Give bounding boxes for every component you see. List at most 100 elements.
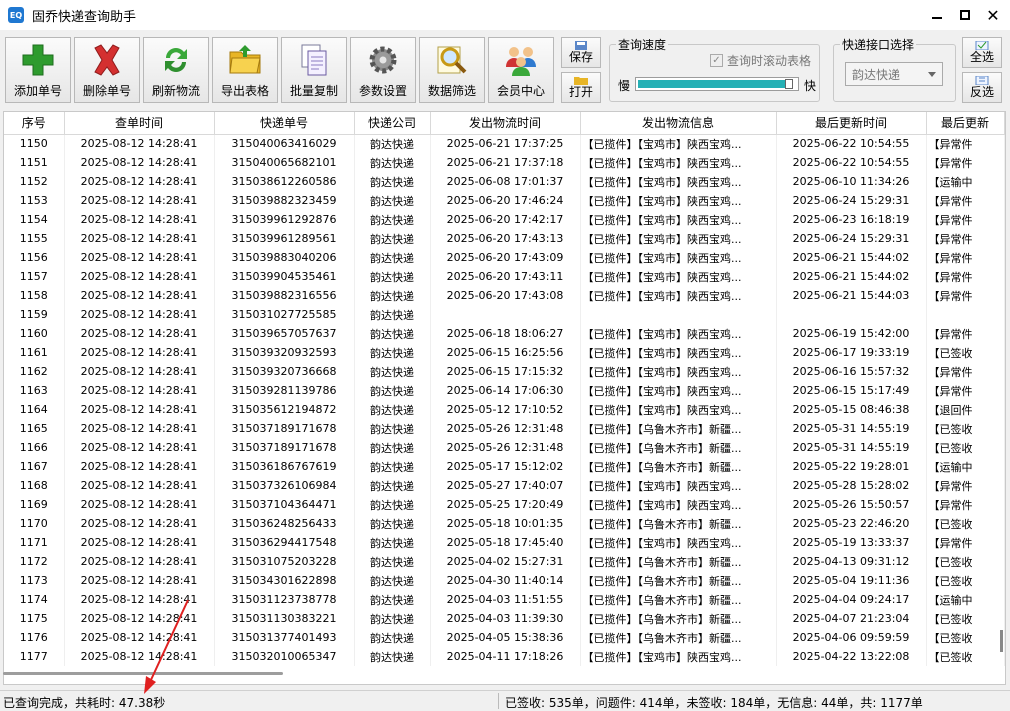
table-cell: 【已揽件】【宝鸡市】陕西宝鸡... — [580, 267, 777, 286]
save-button[interactable]: 保存 — [561, 37, 601, 68]
table-cell: 【已揽件】【宝鸡市】陕西宝鸡... — [580, 286, 777, 305]
table-cell: 315039904535461 — [214, 267, 355, 286]
table-cell: 2025-08-12 14:28:41 — [64, 362, 215, 381]
table-row[interactable]: 1153 2025-08-12 14:28:41 315039882323459 韵达… — [4, 191, 1005, 210]
table-row[interactable]: 1150 2025-08-12 14:28:41 315040063416029 韵达… — [4, 134, 1005, 153]
column-header[interactable]: 发出物流信息 — [580, 112, 777, 135]
table-row[interactable]: 1156 2025-08-12 14:28:41 315039883040206 韵达… — [4, 248, 1005, 267]
express-api-selected: 韵达快递 — [852, 67, 901, 82]
speed-slider-thumb[interactable] — [784, 79, 793, 89]
invert-selection-button[interactable]: 反选 — [962, 72, 1002, 103]
table-row[interactable]: 1160 2025-08-12 14:28:41 315039657057637 韵达… — [4, 324, 1005, 343]
open-label: 打开 — [568, 85, 593, 99]
title-bar: EQ 固乔快递查询助手 ✕ — [0, 0, 1010, 30]
vertical-scrollbar[interactable] — [1000, 630, 1003, 652]
column-header[interactable]: 快递单号 — [214, 112, 355, 135]
table-row[interactable]: 1154 2025-08-12 14:28:41 315039961292876 韵达… — [4, 210, 1005, 229]
data-filter-button[interactable]: 数据筛选 — [419, 37, 485, 103]
table-row[interactable]: 1161 2025-08-12 14:28:41 315039320932593 韵达… — [4, 343, 1005, 362]
table-cell: 315031075203228 — [214, 552, 355, 571]
table-cell: 【已揽件】【乌鲁木齐市】新疆... — [580, 590, 777, 609]
table-cell: 315039883040206 — [214, 248, 355, 267]
table-cell: 韵达快递 — [354, 628, 431, 647]
tracking-table[interactable]: 序号 查单时间 快递单号 快递公司 发出物流时间 发出物流信息 最后更新时间 最后更新 115… — [3, 111, 1006, 685]
table-row[interactable]: 1163 2025-08-12 14:28:41 315039281139786 韵达… — [4, 381, 1005, 400]
table-row[interactable]: 1168 2025-08-12 14:28:41 315037326106984 韵达… — [4, 476, 1005, 495]
table-row[interactable]: 1162 2025-08-12 14:28:41 315039320736668 韵达… — [4, 362, 1005, 381]
chevron-down-icon — [928, 72, 936, 77]
table-cell: 1162 — [4, 362, 65, 381]
table-row[interactable]: 1175 2025-08-12 14:28:41 315031130383221 韵达… — [4, 609, 1005, 628]
table-cell: 【已签收 — [926, 609, 1005, 628]
table-cell: 【已揽件】【宝鸡市】陕西宝鸡... — [580, 210, 777, 229]
table-cell: 2025-05-26 15:50:57 — [776, 495, 927, 514]
table-cell: 韵达快递 — [354, 134, 431, 153]
table-cell: 【已揽件】【乌鲁木齐市】新疆... — [580, 419, 777, 438]
table-row[interactable]: 1151 2025-08-12 14:28:41 315040065682101 韵达… — [4, 153, 1005, 172]
parameter-settings-button[interactable]: 参数设置 — [350, 37, 416, 103]
table-row[interactable]: 1157 2025-08-12 14:28:41 315039904535461 韵达… — [4, 267, 1005, 286]
table-cell: 【已揽件】【宝鸡市】陕西宝鸡... — [580, 362, 777, 381]
column-header[interactable]: 快递公司 — [354, 112, 431, 135]
table-row[interactable]: 1158 2025-08-12 14:28:41 315039882316556 韵达… — [4, 286, 1005, 305]
table-cell: 315039882316556 — [214, 286, 355, 305]
table-row[interactable]: 1174 2025-08-12 14:28:41 315031123738778 韵达… — [4, 590, 1005, 609]
table-cell: 2025-06-23 16:18:19 — [776, 210, 927, 229]
table-cell: 1163 — [4, 381, 65, 400]
table-cell: 韵达快递 — [354, 362, 431, 381]
table-header: 序号 查单时间 快递单号 快递公司 发出物流时间 发出物流信息 最后更新时间 最后更新 — [4, 112, 1005, 135]
table-row[interactable]: 1165 2025-08-12 14:28:41 315037189171678 韵达… — [4, 419, 1005, 438]
table-cell: 【异常件 — [926, 267, 1005, 286]
table-cell: 1170 — [4, 514, 65, 533]
column-header[interactable]: 序号 — [4, 112, 65, 135]
table-cell: 2025-06-20 17:42:17 — [430, 210, 581, 229]
table-cell: 2025-06-20 17:43:11 — [430, 267, 581, 286]
express-api-dropdown[interactable]: 韵达快递 — [845, 62, 943, 86]
table-row[interactable]: 1155 2025-08-12 14:28:41 315039961289561 韵达… — [4, 229, 1005, 248]
table-cell: 【已揽件】【宝鸡市】陕西宝鸡... — [580, 381, 777, 400]
table-row[interactable]: 1172 2025-08-12 14:28:41 315031075203228 韵达… — [4, 552, 1005, 571]
table-row[interactable]: 1171 2025-08-12 14:28:41 315036294417548 韵达… — [4, 533, 1005, 552]
maximize-button[interactable] — [951, 0, 979, 30]
table-cell: 2025-06-20 17:43:13 — [430, 229, 581, 248]
table-row[interactable]: 1177 2025-08-12 14:28:41 315032010065347 韵达… — [4, 647, 1005, 666]
table-row[interactable]: 1166 2025-08-12 14:28:41 315037189171678 韵达… — [4, 438, 1005, 457]
table-row[interactable]: 1173 2025-08-12 14:28:41 315034301622898 韵达… — [4, 571, 1005, 590]
column-header[interactable]: 查单时间 — [64, 112, 215, 135]
close-button[interactable]: ✕ — [979, 0, 1007, 30]
member-center-button[interactable]: 会员中心 — [488, 37, 554, 103]
batch-copy-button[interactable]: 批量复制 — [281, 37, 347, 103]
select-all-button[interactable]: 全选 — [962, 37, 1002, 68]
minimize-button[interactable] — [923, 0, 951, 30]
refresh-logistics-button[interactable]: 刷新物流 — [143, 37, 209, 103]
close-icon: ✕ — [986, 5, 1000, 25]
table-row[interactable]: 1152 2025-08-12 14:28:41 315038612260586 韵达… — [4, 172, 1005, 191]
table-row[interactable]: 1167 2025-08-12 14:28:41 315036186767619 韵达… — [4, 457, 1005, 476]
table-cell: 2025-06-15 17:15:32 — [430, 362, 581, 381]
add-tracking-button[interactable]: 添加单号 — [5, 37, 71, 103]
table-cell: 315040065682101 — [214, 153, 355, 172]
export-table-button[interactable]: 导出表格 — [212, 37, 278, 103]
horizontal-scrollbar[interactable] — [3, 672, 283, 675]
scroll-table-checkbox[interactable]: ✓ 查询时滚动表格 — [710, 52, 811, 69]
table-cell: 1152 — [4, 172, 65, 191]
table-cell: 2025-08-12 14:28:41 — [64, 590, 215, 609]
table-cell: 315036294417548 — [214, 533, 355, 552]
speed-slider[interactable] — [635, 77, 799, 91]
table-row[interactable]: 1170 2025-08-12 14:28:41 315036248256433 韵达… — [4, 514, 1005, 533]
column-header[interactable]: 最后更新 — [926, 112, 1005, 135]
table-cell: 2025-04-11 17:18:26 — [430, 647, 581, 666]
table-row[interactable]: 1159 2025-08-12 14:28:41 315031027725585 韵达… — [4, 305, 1005, 324]
table-cell: 【异常件 — [926, 134, 1005, 153]
column-header[interactable]: 最后更新时间 — [776, 112, 927, 135]
table-cell: 1161 — [4, 343, 65, 362]
table-row[interactable]: 1169 2025-08-12 14:28:41 315037104364471 韵达… — [4, 495, 1005, 514]
table-cell: 2025-04-07 21:23:04 — [776, 609, 927, 628]
open-button[interactable]: 打开 — [561, 72, 601, 103]
table-cell: 【已揽件】【宝鸡市】陕西宝鸡... — [580, 191, 777, 210]
column-header[interactable]: 发出物流时间 — [430, 112, 581, 135]
table-row[interactable]: 1176 2025-08-12 14:28:41 315031377401493 韵达… — [4, 628, 1005, 647]
delete-tracking-button[interactable]: 删除单号 — [74, 37, 140, 103]
window-title: 固乔快递查询助手 — [32, 9, 137, 25]
table-row[interactable]: 1164 2025-08-12 14:28:41 315035612194872 韵达… — [4, 400, 1005, 419]
